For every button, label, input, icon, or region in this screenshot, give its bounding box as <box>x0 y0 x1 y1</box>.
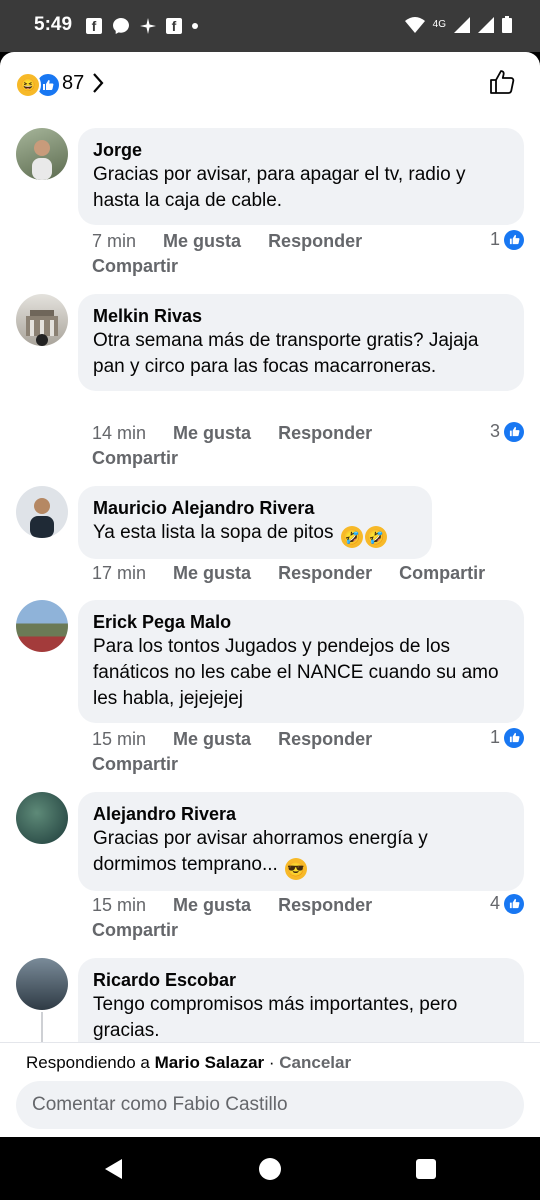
comments-sheet: 😆 87 Jorge Gracias por avisar, para apag… <box>0 52 540 1137</box>
reply-button[interactable]: Responder <box>278 423 372 443</box>
replying-to-prefix: Respondiendo a <box>26 1053 150 1072</box>
comment-time: 15 min <box>92 895 147 915</box>
share-button[interactable]: Compartir <box>92 448 178 469</box>
avatar[interactable] <box>16 294 68 346</box>
rolling-laughing-emoji-icon: 🤣 <box>340 526 363 548</box>
more-notifications-dot <box>192 23 198 29</box>
comment-reactions[interactable]: 4 <box>490 893 524 914</box>
comment-text-line: Ya esta lista la sopa de pitos 🤣 🤣 <box>93 520 417 548</box>
reaction-count: 4 <box>489 893 500 913</box>
system-icons: 4G <box>404 16 512 33</box>
comment-time: 14 min <box>92 423 147 443</box>
comment-text: Para los tontos Jugados y pendejos de lo… <box>93 636 499 709</box>
comment-author[interactable]: Melkin Rivas <box>93 304 509 328</box>
thread-line <box>41 1012 43 1042</box>
comment-text-body: Gracias por avisar ahorramos energía y d… <box>93 828 428 875</box>
back-icon[interactable] <box>102 1157 126 1181</box>
comment-author[interactable]: Ricardo Escobar <box>93 968 509 992</box>
reaction-emojis: 😆 <box>15 72 61 98</box>
comment-reactions[interactable]: 1 <box>490 727 524 748</box>
like-button[interactable]: Me gusta <box>163 231 241 251</box>
like-reaction-icon <box>504 893 524 914</box>
comment-bubble[interactable]: Alejandro Rivera Gracias por avisar ahor… <box>78 792 524 891</box>
comment-actions: 15 min Me gusta Responder <box>92 892 394 918</box>
comment-reactions[interactable]: 1 <box>490 229 524 250</box>
separator: · <box>264 1053 280 1072</box>
reaction-count: 3 <box>489 421 500 441</box>
reply-button[interactable]: Responder <box>278 729 372 749</box>
share-button[interactable]: Compartir <box>92 920 178 941</box>
comment-text: Gracias por avisar, para apagar el tv, r… <box>93 164 466 211</box>
like-button[interactable]: Me gusta <box>173 423 251 443</box>
comment-bubble[interactable]: Mauricio Alejandro Rivera Ya esta lista … <box>78 486 432 559</box>
share-button[interactable]: Compartir <box>92 754 178 775</box>
reactions-summary[interactable]: 😆 87 <box>0 52 540 116</box>
rolling-laughing-emoji-icon: 🤣 <box>364 526 387 548</box>
like-reaction-icon <box>504 727 524 748</box>
comment-bubble[interactable]: Erick Pega Malo Para los tontos Jugados … <box>78 600 524 723</box>
comment-text: Otra semana más de transporte gratis? Ja… <box>93 330 479 377</box>
comment-time: 7 min <box>92 231 137 251</box>
like-reaction-icon <box>504 421 524 442</box>
comment-text: Tengo compromisos más importantes, pero … <box>93 994 458 1041</box>
like-button[interactable]: Me gusta <box>173 895 251 915</box>
network-type-label: 4G <box>432 19 446 30</box>
reply-button[interactable]: Responder <box>268 231 362 251</box>
comment-actions: 7 min Me gusta Responder <box>92 228 384 254</box>
replying-to-name: Mario Salazar <box>154 1053 265 1072</box>
comment-actions: 14 min Me gusta Responder <box>92 420 394 446</box>
sparkle-notification-icon <box>140 18 156 34</box>
status-time: 5:49 <box>34 14 73 35</box>
reply-button[interactable]: Responder <box>278 895 372 915</box>
avatar[interactable] <box>16 128 68 180</box>
like-icon[interactable] <box>488 68 516 96</box>
haha-reaction-icon: 😆 <box>15 72 41 98</box>
signal-icon-2 <box>478 16 494 33</box>
android-navigation-bar <box>0 1137 540 1200</box>
status-bar: 5:49 f f 4G <box>0 0 540 52</box>
sunglasses-emoji-icon: 😎 <box>285 858 308 880</box>
comment-time: 15 min <box>92 729 147 749</box>
avatar[interactable] <box>16 600 68 652</box>
comment-bubble[interactable]: Jorge Gracias por avisar, para apagar el… <box>78 128 524 225</box>
like-button[interactable]: Me gusta <box>173 563 251 583</box>
reply-composer: Respondiendo a Mario Salazar · Cancelar <box>0 1042 540 1137</box>
chevron-right-icon <box>93 73 104 93</box>
notification-icons: f f <box>86 17 198 35</box>
cancel-reply-button[interactable]: Cancelar <box>279 1053 351 1072</box>
reply-button[interactable]: Responder <box>278 563 372 583</box>
avatar[interactable] <box>16 958 68 1010</box>
wifi-icon <box>404 16 425 33</box>
avatar[interactable] <box>16 792 68 844</box>
reaction-count: 87 <box>62 72 85 94</box>
like-button[interactable]: Me gusta <box>173 729 251 749</box>
comment-author[interactable]: Mauricio Alejandro Rivera <box>93 496 417 520</box>
comment-actions: 15 min Me gusta Responder <box>92 726 394 752</box>
comment-author[interactable]: Alejandro Rivera <box>93 802 509 826</box>
battery-icon <box>502 16 512 33</box>
home-icon[interactable] <box>258 1157 282 1181</box>
comment-author[interactable]: Erick Pega Malo <box>93 610 509 634</box>
comment-author[interactable]: Jorge <box>93 138 509 162</box>
avatar[interactable] <box>16 486 68 538</box>
comment-time: 17 min <box>92 563 147 583</box>
comment-text: Ya esta lista la sopa de pitos <box>93 522 334 543</box>
comment-reactions[interactable]: 3 <box>490 421 524 442</box>
recents-icon[interactable] <box>415 1158 437 1180</box>
messenger-notification-icon <box>113 18 129 34</box>
reaction-count: 1 <box>489 727 500 747</box>
comment-bubble[interactable]: Melkin Rivas Otra semana más de transpor… <box>78 294 524 391</box>
comment-input-box[interactable] <box>16 1081 524 1129</box>
facebook-notification-icon: f <box>86 18 102 34</box>
comment-actions: 17 min Me gusta Responder Compartir <box>92 560 507 586</box>
reaction-count: 1 <box>489 229 500 249</box>
share-button[interactable]: Compartir <box>92 256 178 277</box>
comment-input[interactable] <box>16 1081 518 1129</box>
comment-text: Gracias por avisar ahorramos energía y d… <box>93 826 509 880</box>
facebook-notification-icon-2: f <box>166 18 182 34</box>
replying-to-label: Respondiendo a Mario Salazar · Cancelar <box>26 1053 351 1073</box>
signal-icon <box>454 16 470 33</box>
like-reaction-icon <box>504 229 524 250</box>
share-button[interactable]: Compartir <box>399 563 485 583</box>
